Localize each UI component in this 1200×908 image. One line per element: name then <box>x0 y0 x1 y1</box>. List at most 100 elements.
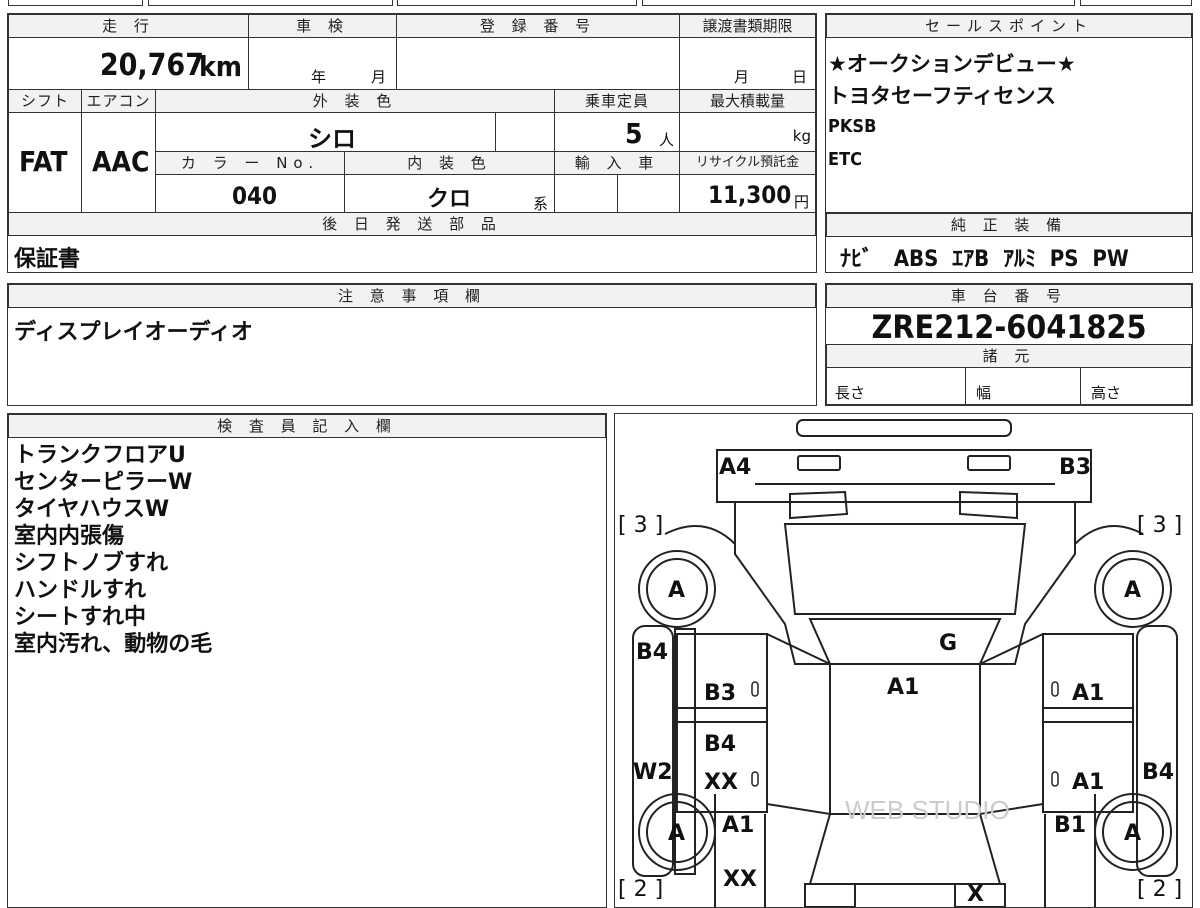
notes-value: ディスプレイオーディオ <box>14 320 253 345</box>
int-color-cell: クロ 系 <box>344 174 555 213</box>
height-label: 高さ <box>1091 384 1122 402</box>
car-diagram: A4 B3 [ 3 ] [ 3 ] A A G A1 B4 B3 A1 B4 X… <box>618 419 1182 907</box>
sales-point-3: PKSB <box>828 116 877 137</box>
width-cell: 幅 <box>965 367 1081 405</box>
spec-header: 諸 元 <box>826 344 1192 368</box>
inspector-item: シフトノブすれ <box>14 551 169 576</box>
label-a1-rdoor: A1 <box>1072 681 1104 706</box>
max-load-unit: kg <box>792 127 811 145</box>
inspection-year: 年 <box>311 68 327 86</box>
inspector-box: 検 査 員 記 入 欄 トランクフロアU センターピラーW タイヤハウスW 室内… <box>7 413 607 908</box>
import-cell-b <box>617 174 680 213</box>
label-b3-door: B3 <box>704 681 736 706</box>
height-cell: 高さ <box>1080 367 1192 405</box>
equipment-alloy: ｱﾙﾐ <box>1003 247 1037 272</box>
sales-point-1: ★オークションデビュー★ <box>828 52 1076 76</box>
tire-rl: A <box>668 821 685 846</box>
width-label: 幅 <box>976 384 992 402</box>
top-strip <box>0 0 1200 8</box>
label-b1-rq: B1 <box>1054 813 1086 838</box>
inspector-item: 室内汚れ、動物の毛 <box>14 632 213 657</box>
shift-cell: FAT <box>8 112 82 213</box>
label-x-bottom: X <box>967 882 984 907</box>
label-a1-roof: A1 <box>887 675 919 700</box>
chassis-header: 車 台 番 号 <box>826 284 1192 308</box>
label-xx-bottom: XX <box>723 867 757 892</box>
inspector-item: シートすれ中 <box>14 605 147 630</box>
shift-value: FAT <box>19 145 68 178</box>
bracket-tr: [ 3 ] <box>1137 513 1182 538</box>
car-diagram-box: A4 B3 [ 3 ] [ 3 ] A A G A1 B4 B3 A1 B4 X… <box>614 413 1193 908</box>
capacity-value: 5 <box>625 117 643 150</box>
equipment-abs: ABS <box>893 247 939 272</box>
ac-header: エアコン <box>81 89 156 113</box>
registration-header: 登 録 番 号 <box>396 14 680 38</box>
label-a1-lq: A1 <box>722 813 754 838</box>
label-b4-door: B4 <box>704 732 736 757</box>
transfer-day: 日 <box>792 68 808 86</box>
inspector-list: トランクフロアU センターピラーW タイヤハウスW 室内内張傷 シフトノブすれ … <box>14 442 212 658</box>
tire-rr: A <box>1124 821 1141 846</box>
capacity-unit: 人 <box>659 131 675 149</box>
inspector-item: センターピラーW <box>14 470 193 495</box>
recycle-value: 11,300 <box>708 181 792 209</box>
equipment-airbag: ｴｱB <box>952 247 990 272</box>
transfer-deadline-header: 譲渡書類期限 <box>679 14 816 38</box>
label-b3-top: B3 <box>1059 455 1091 480</box>
notes-box: 注 意 事 項 欄 ディスプレイオーディオ <box>7 283 817 406</box>
transfer-cell: 月 日 <box>679 37 816 90</box>
later-parts-value: 保証書 <box>14 247 81 272</box>
chassis-number: ZRE212-6041825 <box>871 308 1147 346</box>
color-no-value: 040 <box>232 182 278 210</box>
inspection-cell: 年 月 <box>248 37 397 90</box>
tire-fl: A <box>668 578 685 603</box>
recycle-cell: 11,300 円 <box>679 174 816 213</box>
label-w2: W2 <box>633 760 673 785</box>
notes-header: 注 意 事 項 欄 <box>8 284 816 308</box>
label-a1-rdoor2: A1 <box>1072 770 1104 795</box>
transfer-month: 月 <box>734 68 750 86</box>
import-cell-a <box>554 174 618 213</box>
mileage-unit: km <box>199 50 242 83</box>
mileage-cell: 20,767 km <box>8 37 249 90</box>
sales-point-2: トヨタセーフティセンス <box>828 84 1057 108</box>
registration-cell <box>396 37 680 90</box>
tire-fr: A <box>1124 578 1141 603</box>
bracket-bl: [ 2 ] <box>618 877 663 902</box>
recycle-unit: 円 <box>794 193 810 211</box>
length-cell: 長さ <box>826 367 966 405</box>
label-g: G <box>939 631 957 656</box>
label-xx-door: XX <box>704 770 738 795</box>
chassis-box: 車 台 番 号 ZRE212-6041825 諸 元 長さ 幅 高さ <box>825 283 1193 406</box>
int-color-suffix: 系 <box>533 195 549 213</box>
inspector-header: 検 査 員 記 入 欄 <box>8 414 606 438</box>
later-parts-cell: 保証書 <box>8 235 816 272</box>
equipment-box: 純 正 装 備 ﾅﾋﾞ ABS ｴｱB ｱﾙﾐ PS PW <box>825 212 1193 273</box>
ext-color-extra-cell <box>495 112 555 152</box>
equipment-pw: PW <box>1092 247 1129 272</box>
capacity-cell: 5 人 <box>554 112 680 152</box>
ac-cell: AAC <box>81 112 156 213</box>
mileage-header: 走 行 <box>8 14 249 38</box>
length-label: 長さ <box>835 384 866 402</box>
recycle-header: リサイクル預託金 <box>679 151 816 175</box>
inspector-item: 室内内張傷 <box>14 524 125 549</box>
max-load-header: 最大積載量 <box>679 89 816 113</box>
sales-point-4: ETC <box>828 149 862 170</box>
label-a4: A4 <box>719 455 751 480</box>
max-load-cell: kg <box>679 112 816 152</box>
ac-value: AAC <box>92 145 150 178</box>
color-no-header: カ ラ ー No. <box>155 151 345 175</box>
label-b4-left: B4 <box>636 640 668 665</box>
sales-points-header: セールスポイント <box>826 14 1192 38</box>
inspector-item: タイヤハウスW <box>14 497 170 522</box>
equipment-ps: PS <box>1049 247 1079 272</box>
watermark: WEB STUDIO <box>845 795 1010 825</box>
later-parts-header: 後 日 発 送 部 品 <box>8 212 816 236</box>
ext-color-value: シロ <box>308 125 356 153</box>
ext-color-cell: シロ <box>155 112 496 153</box>
bracket-tl: [ 3 ] <box>618 513 663 538</box>
inspection-header: 車 検 <box>248 14 397 38</box>
equipment-nav: ﾅﾋﾞ <box>840 247 874 272</box>
shift-header: シフト <box>8 89 82 113</box>
